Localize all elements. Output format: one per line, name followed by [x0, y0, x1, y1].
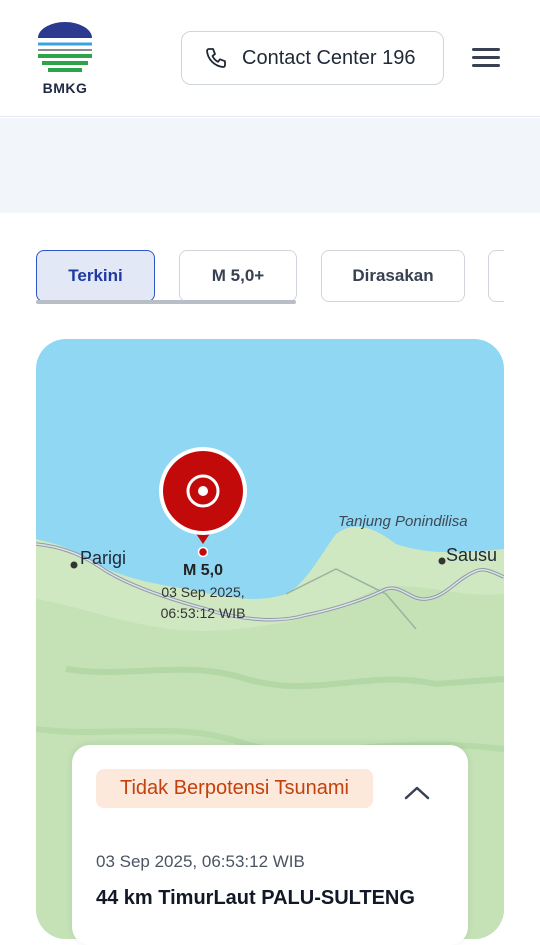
hamburger-menu-icon[interactable]: [470, 45, 502, 71]
sausu-marker: [438, 557, 446, 565]
bmkg-emblem-icon: [38, 22, 92, 72]
contact-center-label: Contact Center 196: [242, 46, 416, 69]
chevron-up-icon[interactable]: [402, 783, 432, 803]
tab-dirasakan[interactable]: Dirasakan: [321, 250, 465, 302]
banner-area: [0, 118, 540, 213]
epicenter-date: 03 Sep 2025,: [161, 584, 245, 600]
place-label-parigi: Parigi: [80, 548, 127, 568]
earthquake-filter-tabs: Terkini M 5,0+ Dirasakan: [36, 249, 504, 305]
quake-location: 44 km TimurLaut PALU-SULTENG: [96, 887, 415, 909]
tab-terkini[interactable]: Terkini: [36, 250, 155, 302]
quake-datetime: 03 Sep 2025, 06:53:12 WIB: [96, 852, 305, 871]
place-label-sausu: Sausu: [446, 545, 498, 565]
header: BMKG Contact Center 196: [0, 0, 540, 117]
parigi-marker: [70, 561, 78, 569]
tab-more[interactable]: [488, 250, 504, 302]
phone-icon: [206, 48, 226, 68]
tabs-scrollbar[interactable]: [36, 300, 296, 304]
epicenter-time: 06:53:12 WIB: [160, 605, 246, 621]
contact-center-button[interactable]: Contact Center 196: [181, 31, 444, 85]
tsunami-status-badge: Tidak Berpotensi Tsunami: [96, 769, 374, 808]
earthquake-info-card: Tidak Berpotensi Tsunami 03 Sep 2025, 06…: [72, 745, 468, 945]
bmkg-logo[interactable]: BMKG: [34, 20, 96, 96]
epicenter-magnitude: M 5,0: [182, 562, 223, 579]
tab-m50[interactable]: M 5,0+: [179, 250, 297, 302]
logo-text: BMKG: [42, 80, 88, 96]
place-label-tanjung: Tanjung Ponindilisa: [338, 513, 468, 530]
